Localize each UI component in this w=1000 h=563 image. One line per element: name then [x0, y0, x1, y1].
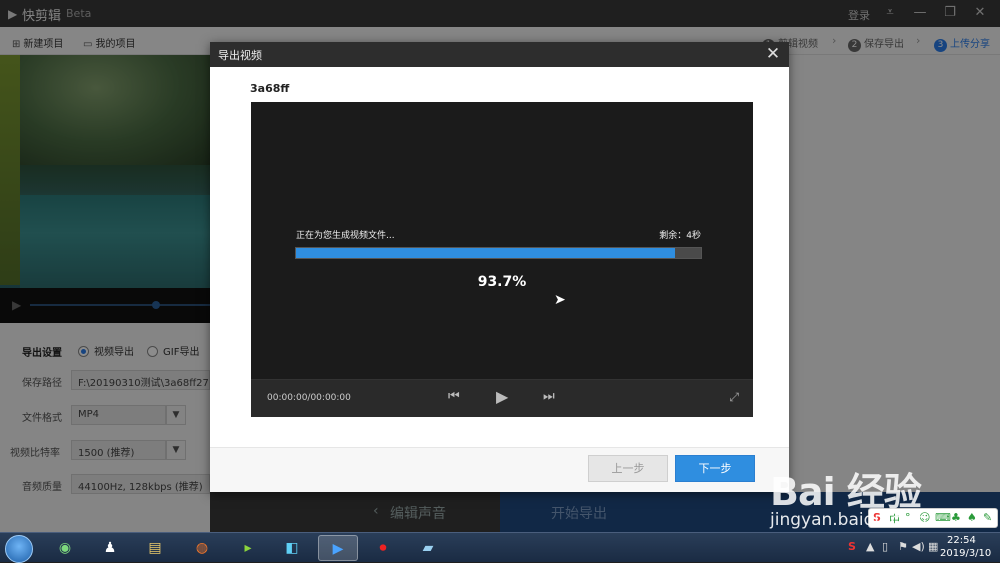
- watermark: Bai 经验 jingyan.baidu.com: [770, 455, 1000, 535]
- dialog-header: 导出视频 ✕: [210, 42, 789, 67]
- baidu-jingyan-logo: Bai 经验: [770, 470, 922, 514]
- video-player: 正在为您生成视频文件... 剩余：4秒 93.7% ➤ 00:00:00/00:…: [251, 102, 753, 417]
- dialog-footer: 上一步 下一步: [210, 447, 789, 492]
- start-button[interactable]: [5, 535, 33, 563]
- taskbar-qq-icon[interactable]: ♟: [90, 535, 130, 561]
- tray-network-icon[interactable]: ▦: [928, 540, 938, 553]
- taskbar-folder-icon[interactable]: ▤: [135, 535, 175, 561]
- taskbar-recorder-icon[interactable]: ⏺: [363, 535, 403, 561]
- export-progress-bar: [295, 247, 702, 259]
- taskbar-360-icon[interactable]: ◉: [45, 535, 85, 561]
- tray-volume-icon[interactable]: ◀): [912, 540, 925, 553]
- remaining-time: 剩余：4秒: [659, 231, 701, 241]
- watermark-url: jingyan.baidu.com: [770, 510, 927, 530]
- skip-forward-icon[interactable]: ⏭: [543, 389, 555, 404]
- skip-back-icon[interactable]: ⏮: [448, 389, 460, 404]
- taskbar-kuaijianji-icon[interactable]: ▶: [318, 535, 358, 561]
- progress-percent: 93.7%: [477, 274, 527, 290]
- clock-time[interactable]: 22:54: [947, 535, 976, 546]
- play-icon[interactable]: ▶: [496, 387, 508, 406]
- player-controls: 00:00:00/00:00:00 ⏮ ▶ ⏭ ⤢: [251, 379, 753, 417]
- taskbar-firefox-icon[interactable]: ◍: [182, 535, 222, 561]
- file-name: 3a68ff: [250, 82, 290, 95]
- clock-date[interactable]: 2019/3/10: [940, 548, 991, 559]
- taskbar-app-icon[interactable]: ▰: [408, 535, 448, 561]
- app-window: ▶ 快剪辑 Beta 登录 ⩡ — ❐ ✕ ⊞新建项目 ▭我的项目 1剪辑视频 …: [0, 0, 1000, 532]
- progress-fill: [296, 248, 676, 258]
- taskbar-video-editor-icon[interactable]: ◧: [272, 535, 312, 561]
- tray-sogou-icon[interactable]: S: [848, 540, 856, 553]
- taskbar: ◉ ♟ ▤ ◍ ▸ ◧ ▶ ⏺ ▰ S ▲ ▯ ⚑ ◀) ▦ 22:54 201…: [0, 532, 1000, 563]
- taskbar-player-icon[interactable]: ▸: [228, 535, 268, 561]
- next-step-button[interactable]: 下一步: [675, 455, 755, 482]
- export-video-dialog: 导出视频 ✕ 3a68ff 正在为您生成视频文件... 剩余：4秒 93.7% …: [210, 42, 789, 492]
- previous-step-button[interactable]: 上一步: [588, 455, 668, 482]
- tray-flag-icon[interactable]: ⚑: [898, 540, 908, 553]
- fullscreen-icon[interactable]: ⤢: [729, 390, 739, 405]
- playback-time: 00:00:00/00:00:00: [267, 393, 351, 403]
- close-icon[interactable]: ✕: [763, 44, 783, 64]
- tray-device-icon[interactable]: ▯: [882, 540, 888, 553]
- mouse-cursor-icon: ➤: [554, 292, 566, 308]
- dialog-title: 导出视频: [218, 49, 262, 62]
- tray-arrow-icon[interactable]: ▲: [866, 540, 874, 553]
- export-status-text: 正在为您生成视频文件...: [296, 231, 395, 241]
